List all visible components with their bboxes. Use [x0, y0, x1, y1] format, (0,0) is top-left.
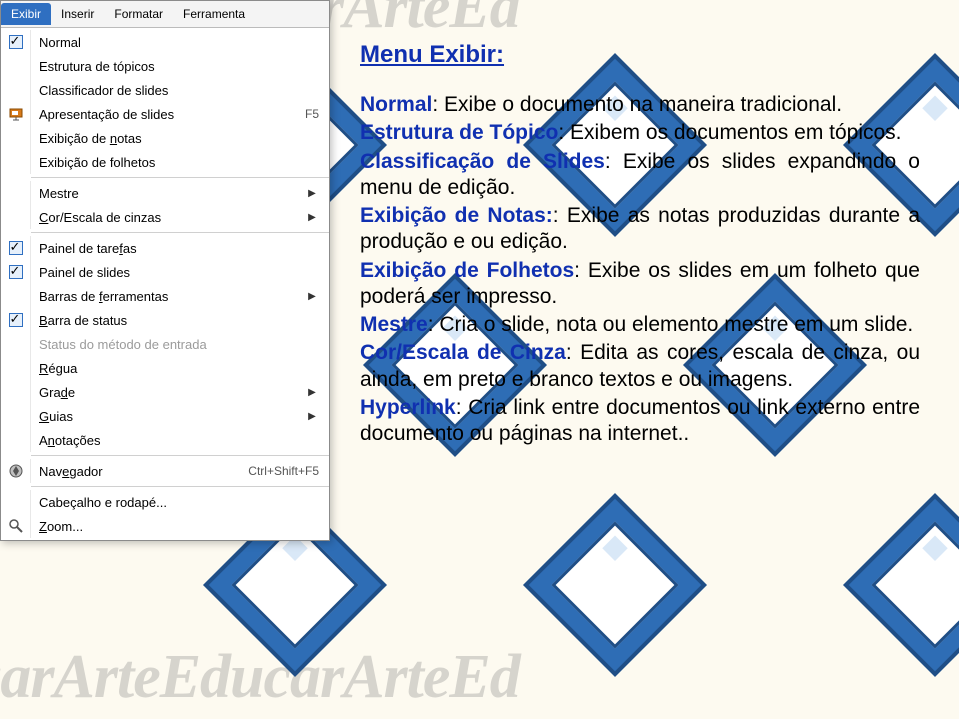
submenu-arrow-icon: ▶ — [305, 188, 319, 199]
menu-item-accelerator: Ctrl+Shift+F5 — [240, 464, 319, 478]
desc-classificacao: Classificação de Slides: Exibe os slides… — [360, 149, 920, 202]
menu-item-label: Zoom... — [31, 519, 319, 534]
menubar-item-ferramenta[interactable]: Ferramenta — [173, 3, 255, 25]
desc-hyperlink: Hyperlink: Cria link entre documentos ou… — [360, 395, 920, 448]
menu-item-label: Estrutura de tópicos — [31, 59, 319, 74]
menu-bar: Exibir Inserir Formatar Ferramenta — [1, 1, 329, 28]
presentation-icon — [8, 106, 24, 122]
check-icon — [9, 265, 23, 279]
menu-item-painel-slides[interactable]: Painel de slides — [1, 260, 329, 284]
menu-item-classificador-slides[interactable]: Classificador de slides — [1, 78, 329, 102]
menu-item-cor-escala[interactable]: Cor/Escala de cinzas ▶ — [1, 205, 329, 229]
menu-item-zoom[interactable]: Zoom... — [1, 514, 329, 538]
menu-item-label: Régua — [31, 361, 319, 376]
menu-item-label: Painel de tarefas — [31, 241, 319, 256]
menu-separator — [31, 232, 329, 233]
menu-item-label: Classificador de slides — [31, 83, 319, 98]
submenu-arrow-icon: ▶ — [305, 387, 319, 398]
menubar-item-formatar[interactable]: Formatar — [104, 3, 173, 25]
menu-item-label: Cabeçalho e rodapé... — [31, 495, 319, 510]
menu-item-grade[interactable]: Grade ▶ — [1, 380, 329, 404]
menu-body: Normal Estrutura de tópicos Classificado… — [1, 28, 329, 540]
menu-item-normal[interactable]: Normal — [1, 30, 329, 54]
content-title: Menu Exibir: — [360, 40, 920, 70]
menu-item-label: Painel de slides — [31, 265, 319, 280]
menu-item-barra-status[interactable]: Barra de status — [1, 308, 329, 332]
menu-item-label: Exibição de notas — [31, 131, 319, 146]
menu-item-label: Grade — [31, 385, 305, 400]
menu-item-mestre[interactable]: Mestre ▶ — [1, 181, 329, 205]
menu-item-apresentacao-slides[interactable]: Apresentação de slides F5 — [1, 102, 329, 126]
menu-item-cabecalho-rodape[interactable]: Cabeçalho e rodapé... — [1, 490, 329, 514]
menu-item-exibicao-folhetos[interactable]: Exibição de folhetos — [1, 150, 329, 174]
menu-item-label: Status do método de entrada — [31, 337, 319, 352]
check-icon — [9, 313, 23, 327]
menu-item-accelerator: F5 — [297, 107, 319, 121]
menu-item-anotacoes[interactable]: Anotações — [1, 428, 329, 452]
menu-item-guias[interactable]: Guias ▶ — [1, 404, 329, 428]
menubar-item-exibir[interactable]: Exibir — [1, 3, 51, 25]
check-icon — [9, 35, 23, 49]
menu-item-label: Barras de ferramentas — [31, 289, 305, 304]
menu-item-label: Normal — [31, 35, 319, 50]
menu-separator — [31, 486, 329, 487]
menubar-item-inserir[interactable]: Inserir — [51, 3, 104, 25]
desc-notas: Exibição de Notas:: Exibe as notas produ… — [360, 203, 920, 256]
menu-item-status-metodo: Status do método de entrada — [1, 332, 329, 356]
menu-separator — [31, 455, 329, 456]
menu-item-painel-tarefas[interactable]: Painel de tarefas — [1, 236, 329, 260]
submenu-arrow-icon: ▶ — [305, 411, 319, 422]
menu-item-navegador[interactable]: Navegador Ctrl+Shift+F5 — [1, 459, 329, 483]
menu-item-label: Barra de status — [31, 313, 319, 328]
diamond-decoration — [843, 493, 959, 677]
menu-item-barras-ferramentas[interactable]: Barras de ferramentas ▶ — [1, 284, 329, 308]
menu-item-label: Apresentação de slides — [31, 107, 297, 122]
watermark-text: EducarArteEducarArteEd — [0, 642, 520, 713]
desc-folhetos: Exibição de Folhetos: Exibe os slides em… — [360, 258, 920, 311]
desc-mestre: Mestre: Cria o slide, nota ou elemento m… — [360, 312, 920, 338]
menu-separator — [31, 177, 329, 178]
desc-estrutura: Estrutura de Tópico: Exibem os documento… — [360, 120, 920, 146]
check-icon — [9, 241, 23, 255]
content-panel: Menu Exibir: Normal: Exibe o documento n… — [360, 40, 920, 449]
desc-normal: Normal: Exibe o documento na maneira tra… — [360, 92, 920, 118]
menu-item-estrutura-topicos[interactable]: Estrutura de tópicos — [1, 54, 329, 78]
submenu-arrow-icon: ▶ — [305, 212, 319, 223]
menu-item-label: Cor/Escala de cinzas — [31, 210, 305, 225]
exibir-menu-panel: Exibir Inserir Formatar Ferramenta Norma… — [0, 0, 330, 541]
submenu-arrow-icon: ▶ — [305, 291, 319, 302]
menu-item-label: Navegador — [31, 464, 240, 479]
menu-item-label: Exibição de folhetos — [31, 155, 319, 170]
zoom-icon — [8, 518, 24, 534]
menu-item-label: Anotações — [31, 433, 319, 448]
diamond-decoration — [523, 493, 707, 677]
menu-item-label: Guias — [31, 409, 305, 424]
menu-item-regua[interactable]: Régua — [1, 356, 329, 380]
desc-cor-escala: Cor/Escala de Cinza: Edita as cores, esc… — [360, 340, 920, 393]
menu-item-label: Mestre — [31, 186, 305, 201]
navigator-icon — [8, 463, 24, 479]
menu-item-exibicao-notas[interactable]: Exibição de notas — [1, 126, 329, 150]
